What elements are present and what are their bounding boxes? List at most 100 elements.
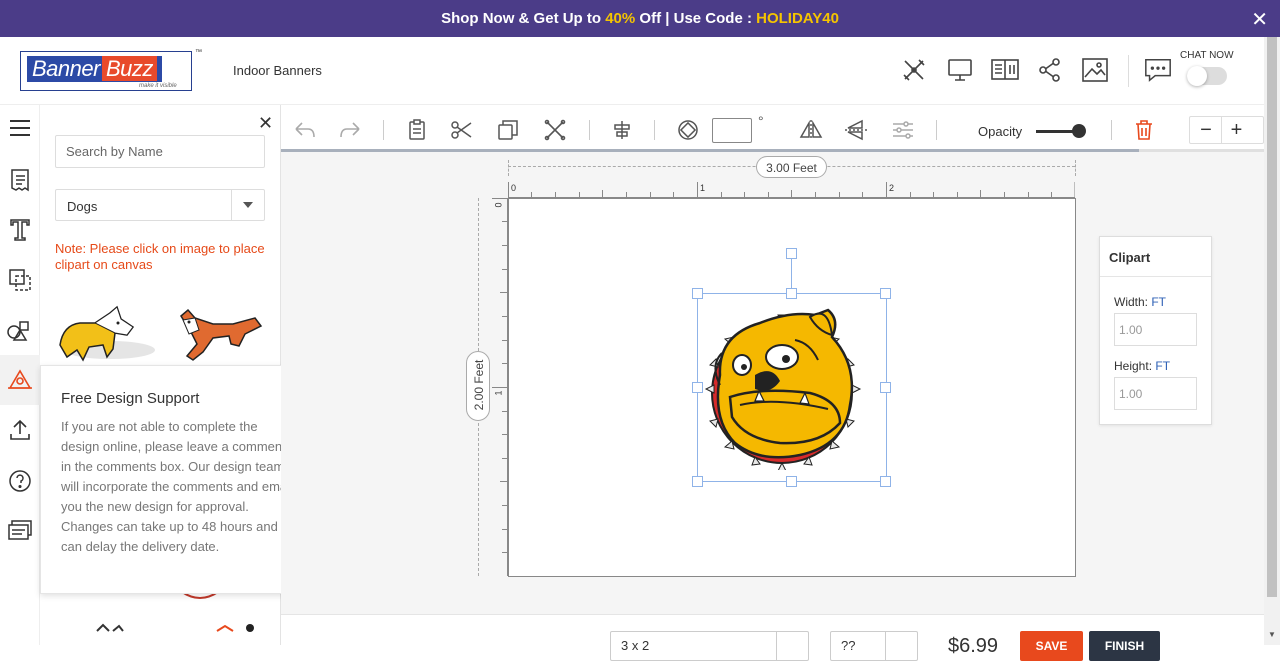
quantity-select-value: ?? (841, 638, 856, 653)
promo-close-icon[interactable]: ✕ (1251, 7, 1268, 32)
ruler-v-label: 1 (493, 390, 504, 396)
logo-word: Banner Buzz (27, 56, 162, 82)
width-label: Width: FT (1114, 295, 1166, 309)
design-tools-icon[interactable] (899, 55, 929, 85)
toolbar-separator (654, 120, 655, 140)
chevron-down-icon (231, 190, 264, 220)
width-unit: FT (1151, 295, 1167, 309)
width-dimension-tick (508, 160, 509, 176)
logo[interactable]: Banner Buzz make it visible ™ (20, 49, 202, 91)
clipart-search-input[interactable] (55, 135, 265, 168)
paste-icon[interactable] (405, 118, 429, 142)
size-select[interactable]: 3 x 2 (610, 631, 809, 661)
text-icon[interactable] (6, 216, 34, 244)
toggle-knob (1187, 66, 1207, 86)
logo-tm: ™ (195, 49, 202, 56)
clipart-thumb-fox-dog[interactable] (55, 305, 160, 370)
upload-icon[interactable] (6, 416, 34, 444)
flip-vertical-icon[interactable] (844, 118, 868, 142)
redo-icon[interactable] (338, 118, 362, 142)
header-divider (1128, 55, 1129, 87)
tool-rail (0, 105, 40, 645)
promo-discount: 40% (605, 10, 636, 27)
price-label: $6.99 (948, 635, 999, 657)
category-value: Dogs (67, 199, 98, 214)
specs-icon[interactable] (990, 55, 1020, 85)
width-input[interactable]: 1.00 (1114, 313, 1197, 346)
opacity-slider-knob[interactable] (1072, 124, 1086, 138)
toolbar-separator (936, 120, 937, 140)
chat-toggle[interactable] (1187, 66, 1227, 86)
resize-handle-se[interactable] (880, 476, 891, 487)
logo-frame: Banner Buzz make it visible (20, 51, 192, 91)
resize-handle-ne[interactable] (880, 288, 891, 299)
scrollbar-thumb[interactable] (1267, 37, 1277, 597)
preview-icon[interactable] (945, 55, 975, 85)
zoom-controls: − + (1189, 116, 1264, 144)
promo-bar[interactable]: Shop Now & Get Up to 40% Off | Use Code … (0, 0, 1280, 37)
page-scrollbar[interactable]: ▼ (1264, 37, 1280, 645)
cut-icon[interactable] (450, 118, 474, 142)
rotation-handle[interactable] (786, 248, 797, 259)
quantity-select[interactable]: ?? (830, 631, 918, 661)
resize-handle-n[interactable] (786, 288, 797, 299)
resize-handle-sw[interactable] (692, 476, 703, 487)
flip-horizontal-icon[interactable] (799, 118, 823, 142)
chat-icon[interactable] (1143, 55, 1173, 85)
ruler-h-label: 0 (511, 183, 517, 193)
edit-toolbar: ° Opacity − + (281, 105, 1264, 152)
width-label-text: Width: (1114, 295, 1152, 309)
rotate-icon[interactable] (676, 118, 700, 142)
templates-icon[interactable] (6, 166, 34, 194)
ruler-h-label: 1 (700, 183, 706, 193)
vertical-ruler: 0 1 (492, 198, 508, 576)
clipart-thumb-partial-3[interactable] (215, 620, 260, 638)
image-icon[interactable] (1080, 55, 1110, 85)
chat-now-label: CHAT NOW (1180, 50, 1234, 61)
height-input[interactable]: 1.00 (1114, 377, 1197, 410)
menu-icon[interactable] (6, 114, 34, 142)
resize-handle-nw[interactable] (692, 288, 703, 299)
undo-icon[interactable] (293, 118, 317, 142)
copy-icon[interactable] (496, 118, 520, 142)
product-name: Indoor Banners (233, 63, 322, 78)
footer-bar: 3 x 2 ?? $6.99 SAVE FINISH (281, 614, 1264, 661)
chevron-down-icon (776, 632, 808, 660)
opacity-label: Opacity (978, 124, 1023, 139)
finish-button[interactable]: FINISH (1089, 631, 1160, 661)
rotation-angle-input[interactable] (712, 118, 752, 143)
help-icon[interactable] (6, 467, 34, 495)
category-select[interactable]: Dogs (55, 189, 265, 221)
adjust-settings-icon[interactable] (891, 118, 915, 142)
shapes-icon[interactable] (6, 316, 34, 344)
clipart-thumb-partial-2[interactable] (95, 620, 125, 638)
clipart-icon[interactable] (0, 355, 40, 405)
comments-icon[interactable] (6, 517, 34, 545)
save-button[interactable]: SAVE (1020, 631, 1083, 661)
panel-close-icon[interactable]: ✕ (258, 113, 273, 134)
layers-icon[interactable] (6, 266, 34, 294)
support-body: If you are not able to complete the desi… (61, 419, 293, 554)
height-dimension-pill: 2.00 Feet (466, 351, 490, 421)
size-select-value: 3 x 2 (621, 638, 650, 653)
align-center-icon[interactable] (610, 118, 634, 142)
toolbar-separator (383, 120, 384, 140)
properties-title: Clipart (1100, 237, 1211, 277)
logo-tagline: make it visible (139, 83, 177, 89)
zoom-out-button[interactable]: − (1191, 117, 1221, 143)
height-dimension-label: 2.00 Feet (472, 359, 486, 411)
resize-handle-s[interactable] (786, 476, 797, 487)
delete-x-icon[interactable] (543, 118, 567, 142)
height-label-text: Height: (1114, 359, 1156, 373)
degree-symbol: ° (758, 113, 764, 129)
selection-box[interactable] (697, 293, 887, 482)
logo-text-2: Buzz (101, 56, 157, 81)
scroll-down-icon[interactable]: ▼ (1268, 630, 1276, 639)
clipart-thumb-running-dog[interactable] (173, 308, 263, 371)
resize-handle-w[interactable] (692, 382, 703, 393)
promo-code: HOLIDAY40 (756, 10, 839, 27)
resize-handle-e[interactable] (880, 382, 891, 393)
zoom-in-button[interactable]: + (1221, 117, 1251, 143)
share-icon[interactable] (1035, 55, 1065, 85)
trash-icon[interactable] (1132, 118, 1156, 142)
